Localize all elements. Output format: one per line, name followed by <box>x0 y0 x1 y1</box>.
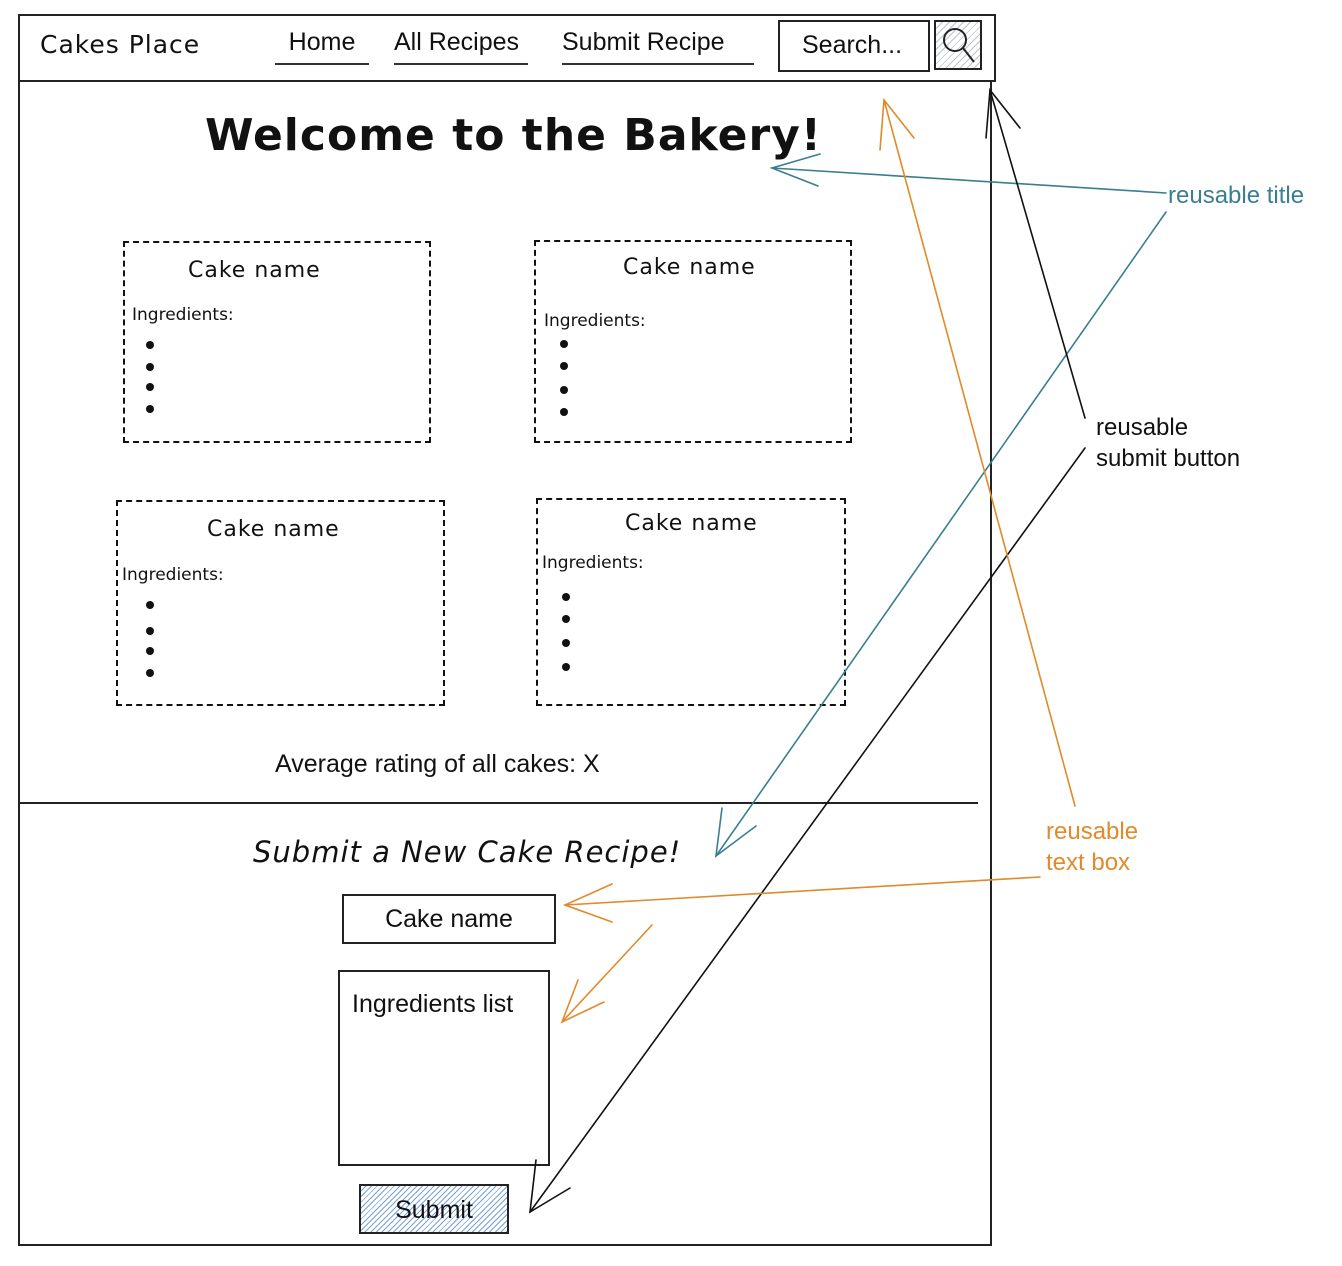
arrow-textbox <box>560 97 1076 1024</box>
annotation-arrows <box>529 87 1167 1214</box>
arrow-submit <box>529 87 1086 1214</box>
arrow-title <box>714 153 1167 858</box>
